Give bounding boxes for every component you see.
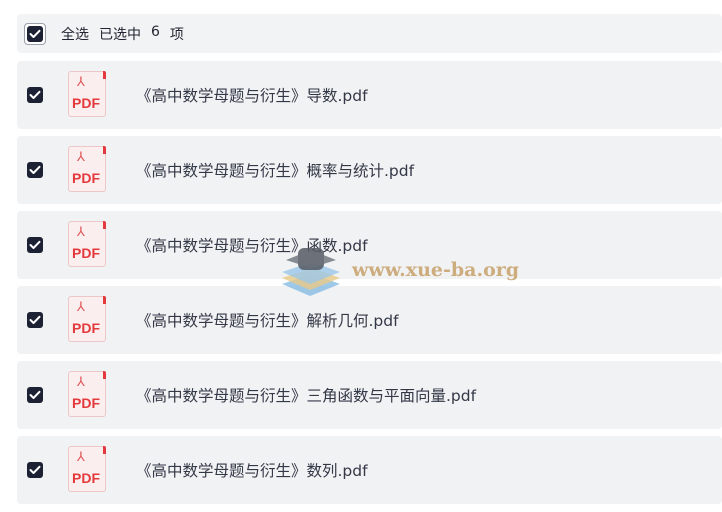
pdf-file-icon: ⅄ PDF xyxy=(68,146,108,194)
pdf-file-icon: ⅄ PDF xyxy=(68,296,108,344)
pdf-icon-label: PDF xyxy=(72,395,100,411)
file-checkbox[interactable] xyxy=(27,312,43,328)
select-all-label[interactable]: 全选 xyxy=(61,24,89,44)
file-checkbox[interactable] xyxy=(27,87,43,103)
file-name[interactable]: 《高中数学母题与衍生》数列.pdf xyxy=(136,459,368,481)
file-list: ⅄ PDF 《高中数学母题与衍生》导数.pdf ⅄ PDF 《高中数学母题与衍生… xyxy=(17,61,722,511)
selection-header: 全选 已选中 6 项 xyxy=(17,14,722,53)
file-row[interactable]: ⅄ PDF 《高中数学母题与衍生》导数.pdf xyxy=(17,61,722,129)
file-row[interactable]: ⅄ PDF 《高中数学母题与衍生》函数.pdf xyxy=(17,211,722,279)
file-checkbox[interactable] xyxy=(27,237,43,253)
pdf-icon-label: PDF xyxy=(72,95,100,111)
pdf-icon-label: PDF xyxy=(72,170,100,186)
pdf-icon-label: PDF xyxy=(72,245,100,261)
acrobat-icon: ⅄ xyxy=(77,150,85,165)
file-selection-page: 全选 已选中 6 项 ⅄ PDF 《高中数学母题与衍生》导数.pdf ⅄ PDF… xyxy=(0,0,722,512)
pdf-icon-label: PDF xyxy=(72,470,100,486)
pdf-file-icon: ⅄ PDF xyxy=(68,71,108,119)
file-checkbox[interactable] xyxy=(27,387,43,403)
pdf-file-icon: ⅄ PDF xyxy=(68,446,108,494)
file-name[interactable]: 《高中数学母题与衍生》概率与统计.pdf xyxy=(136,159,414,181)
file-row[interactable]: ⅄ PDF 《高中数学母题与衍生》解析几何.pdf xyxy=(17,286,722,354)
file-checkbox[interactable] xyxy=(27,462,43,478)
file-row[interactable]: ⅄ PDF 《高中数学母题与衍生》概率与统计.pdf xyxy=(17,136,722,204)
selected-prefix: 已选中 xyxy=(99,26,141,43)
file-name[interactable]: 《高中数学母题与衍生》函数.pdf xyxy=(136,234,368,256)
pdf-file-icon: ⅄ PDF xyxy=(68,371,108,419)
acrobat-icon: ⅄ xyxy=(77,450,85,465)
select-all-checkbox[interactable] xyxy=(24,22,46,45)
pdf-icon-label: PDF xyxy=(72,320,100,336)
file-name[interactable]: 《高中数学母题与衍生》三角函数与平面向量.pdf xyxy=(136,384,476,406)
file-row[interactable]: ⅄ PDF 《高中数学母题与衍生》三角函数与平面向量.pdf xyxy=(17,361,722,429)
file-name[interactable]: 《高中数学母题与衍生》解析几何.pdf xyxy=(136,309,399,331)
file-checkbox[interactable] xyxy=(27,162,43,178)
selected-count: 6 xyxy=(151,23,160,40)
file-row[interactable]: ⅄ PDF 《高中数学母题与衍生》数列.pdf xyxy=(17,436,722,504)
acrobat-icon: ⅄ xyxy=(77,375,85,390)
file-name[interactable]: 《高中数学母题与衍生》导数.pdf xyxy=(136,84,368,106)
checkbox-checked-icon xyxy=(27,25,43,42)
acrobat-icon: ⅄ xyxy=(77,300,85,315)
acrobat-icon: ⅄ xyxy=(77,75,85,90)
acrobat-icon: ⅄ xyxy=(77,225,85,240)
pdf-file-icon: ⅄ PDF xyxy=(68,221,108,269)
selected-suffix: 项 xyxy=(169,26,184,43)
selection-summary: 全选 已选中 6 项 xyxy=(61,24,184,44)
